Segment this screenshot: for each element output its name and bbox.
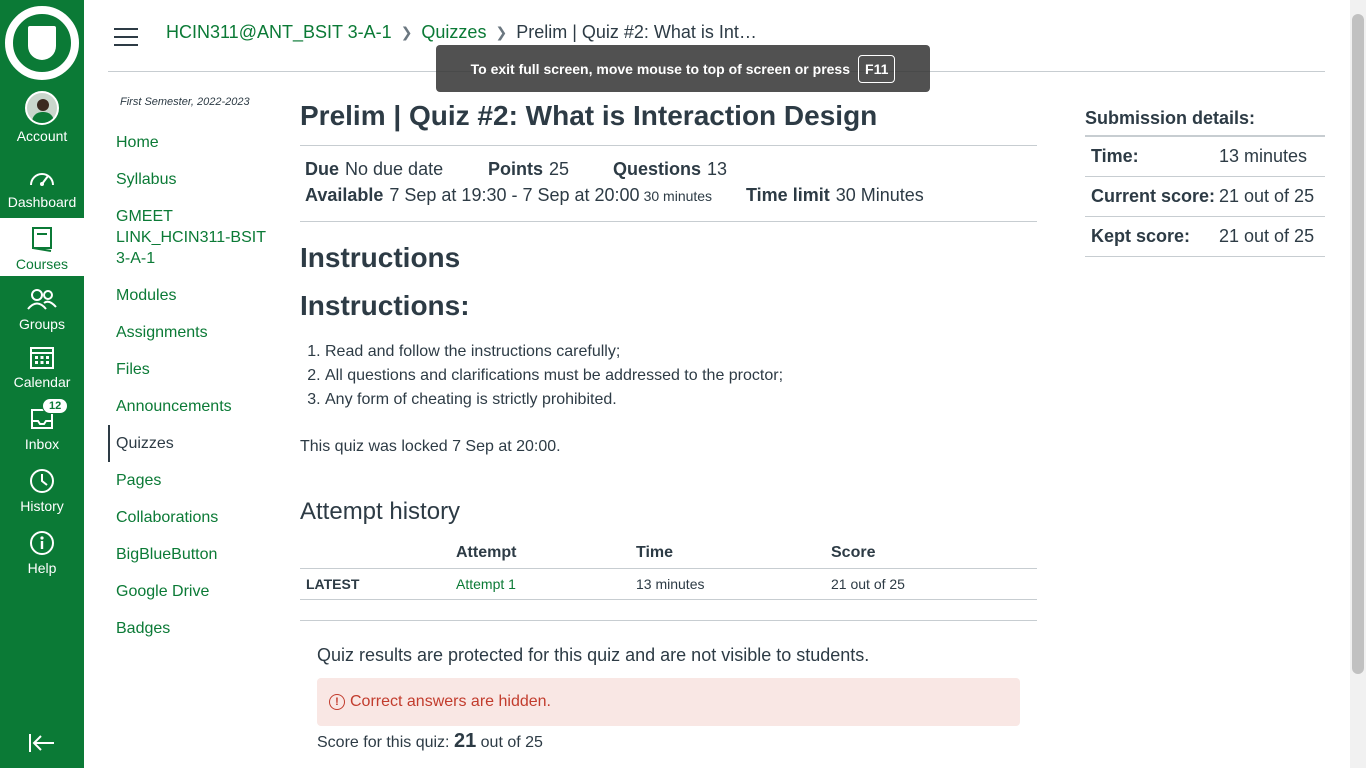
f11-key: F11 <box>858 54 896 83</box>
breadcrumb-course[interactable]: HCIN311@ANT_BSIT 3-A-1 <box>166 22 392 43</box>
attempt-history-table: Attempt Time Score LATEST Attempt 1 13 m… <box>300 540 1037 600</box>
collapse-nav-button[interactable] <box>0 730 84 758</box>
global-nav-help[interactable]: Help <box>0 528 84 586</box>
column-score: Score <box>825 540 1037 569</box>
global-nav-inbox[interactable]: 12 Inbox <box>0 398 84 462</box>
page-title: Prelim | Quiz #2: What is Interaction De… <box>300 100 878 131</box>
book-icon <box>31 224 53 254</box>
results-protected-text: Quiz results are protected for this quiz… <box>317 645 870 665</box>
fullscreen-exit-toast: To exit full screen, move mouse to top o… <box>436 45 930 92</box>
clock-icon <box>29 466 55 496</box>
nav-label-groups: Groups <box>19 316 65 332</box>
chevron-right-icon: ❯ <box>400 24 413 40</box>
page-scrollbar[interactable] <box>1350 0 1366 768</box>
global-nav-dashboard[interactable]: Dashboard <box>0 162 84 214</box>
course-menu-toggle[interactable] <box>114 28 138 46</box>
logo-seal <box>2 3 82 83</box>
calendar-icon <box>29 342 55 372</box>
current-score-row: Current score: 21 out of 25 <box>1085 177 1325 217</box>
breadcrumb-quizzes[interactable]: Quizzes <box>421 22 486 43</box>
help-icon <box>29 528 55 558</box>
collapse-icon <box>28 730 56 756</box>
course-nav-google-drive[interactable]: Google Drive <box>108 573 278 610</box>
course-nav-modules[interactable]: Modules <box>108 277 278 314</box>
course-nav-collaborations[interactable]: Collaborations <box>108 499 278 536</box>
term-label: First Semester, 2022-2023 <box>120 96 250 108</box>
nav-label-help: Help <box>27 560 57 576</box>
nav-label-inbox: Inbox <box>24 436 60 452</box>
latest-label: LATEST <box>300 568 450 600</box>
course-nav-assignments[interactable]: Assignments <box>108 314 278 351</box>
global-nav-courses[interactable]: Courses <box>0 218 84 276</box>
quiz-score: Score for this quiz: 21 out of 25 <box>317 730 543 752</box>
global-nav: Account Dashboard Courses Groups Calenda… <box>0 0 84 768</box>
correct-answers-hidden-alert: ! Correct answers are hidden. <box>317 678 1020 726</box>
breadcrumb-current: Prelim | Quiz #2: What is Int… <box>516 22 757 42</box>
course-nav-bigbluebutton[interactable]: BigBlueButton <box>108 536 278 573</box>
kept-score-value: 21 out of 25 <box>1219 226 1315 246</box>
attempt-time: 13 minutes <box>630 568 825 600</box>
scrollbar-thumb[interactable] <box>1352 14 1364 674</box>
current-score-value: 21 out of 25 <box>1219 186 1315 206</box>
course-nav-home[interactable]: Home <box>108 124 278 161</box>
course-nav-pages[interactable]: Pages <box>108 462 278 499</box>
available-value: 7 Sep at 19:30 - 7 Sep at 20:00 <box>389 185 640 205</box>
nav-label-account: Account <box>16 128 68 144</box>
nav-label-courses: Courses <box>15 256 69 272</box>
inbox-icon: 12 <box>0 398 84 434</box>
questions-value: 13 <box>707 159 728 179</box>
instructions-list: Read and follow the instructions careful… <box>325 340 1037 412</box>
instructions-subheading: Instructions: <box>300 290 470 321</box>
due-value: No due date <box>345 159 444 179</box>
course-nav: Home Syllabus GMEET LINK_HCIN311-BSIT 3-… <box>108 124 278 647</box>
quiz-meta: Due No due date Points 25 Questions 13 Avai… <box>305 159 924 205</box>
list-item: Any form of cheating is strictly prohibi… <box>325 388 1037 412</box>
course-nav-syllabus[interactable]: Syllabus <box>108 161 278 198</box>
time-limit-value: 30 Minutes <box>835 185 924 205</box>
list-item: All questions and clarifications must be… <box>325 364 1037 388</box>
alert-text: Correct answers are hidden. <box>350 693 551 710</box>
column-time: Time <box>630 540 825 569</box>
course-nav-announcements[interactable]: Announcements <box>108 388 278 425</box>
submission-time-value: 13 minutes <box>1219 146 1308 166</box>
submission-details: Submission details: Time: 13 minutes Cur… <box>1085 108 1325 257</box>
dashboard-icon <box>28 162 56 192</box>
submission-time-row: Time: 13 minutes <box>1085 137 1325 177</box>
available-duration: 30 minutes <box>643 188 713 204</box>
quiz-results: Quiz results are protected for this quiz… <box>300 620 1037 753</box>
instructions-heading: Instructions <box>300 242 461 273</box>
submission-heading: Submission details: <box>1085 108 1325 137</box>
global-nav-calendar[interactable]: Calendar <box>0 342 84 400</box>
course-nav-files[interactable]: Files <box>108 351 278 388</box>
course-nav-badges[interactable]: Badges <box>108 610 278 647</box>
warning-icon: ! <box>329 694 345 710</box>
points-value: 25 <box>549 159 570 179</box>
column-attempt: Attempt <box>450 540 630 569</box>
chevron-right-icon: ❯ <box>495 24 508 40</box>
inbox-count-badge: 12 <box>42 398 69 414</box>
locked-notice: This quiz was locked 7 Sep at 20:00. <box>300 438 561 455</box>
breadcrumb: HCIN311@ANT_BSIT 3-A-1 ❯ Quizzes ❯ Preli… <box>166 22 757 43</box>
attempt-link[interactable]: Attempt 1 <box>456 576 516 592</box>
nav-label-dashboard: Dashboard <box>7 194 77 210</box>
quiz-content: Prelim | Quiz #2: What is Interaction De… <box>300 96 1037 753</box>
attempt-score: 21 out of 25 <box>825 568 1037 600</box>
avatar <box>25 91 59 125</box>
list-item: Read and follow the instructions careful… <box>325 340 1037 364</box>
kept-score-row: Kept score: 21 out of 25 <box>1085 217 1325 257</box>
score-value: 21 <box>453 730 477 752</box>
nav-label-history: History <box>20 498 64 514</box>
course-nav-gmeet-link[interactable]: GMEET LINK_HCIN311-BSIT 3-A-1 <box>108 198 278 277</box>
university-logo[interactable] <box>0 0 84 86</box>
global-nav-account[interactable]: Account <box>0 90 84 152</box>
global-nav-history[interactable]: History <box>0 466 84 524</box>
course-nav-quizzes[interactable]: Quizzes <box>108 425 278 462</box>
groups-icon <box>27 284 57 314</box>
table-row: LATEST Attempt 1 13 minutes 21 out of 25 <box>300 568 1037 600</box>
nav-label-calendar: Calendar <box>13 374 71 390</box>
attempt-history-heading: Attempt history <box>300 498 461 525</box>
global-nav-groups[interactable]: Groups <box>0 284 84 336</box>
